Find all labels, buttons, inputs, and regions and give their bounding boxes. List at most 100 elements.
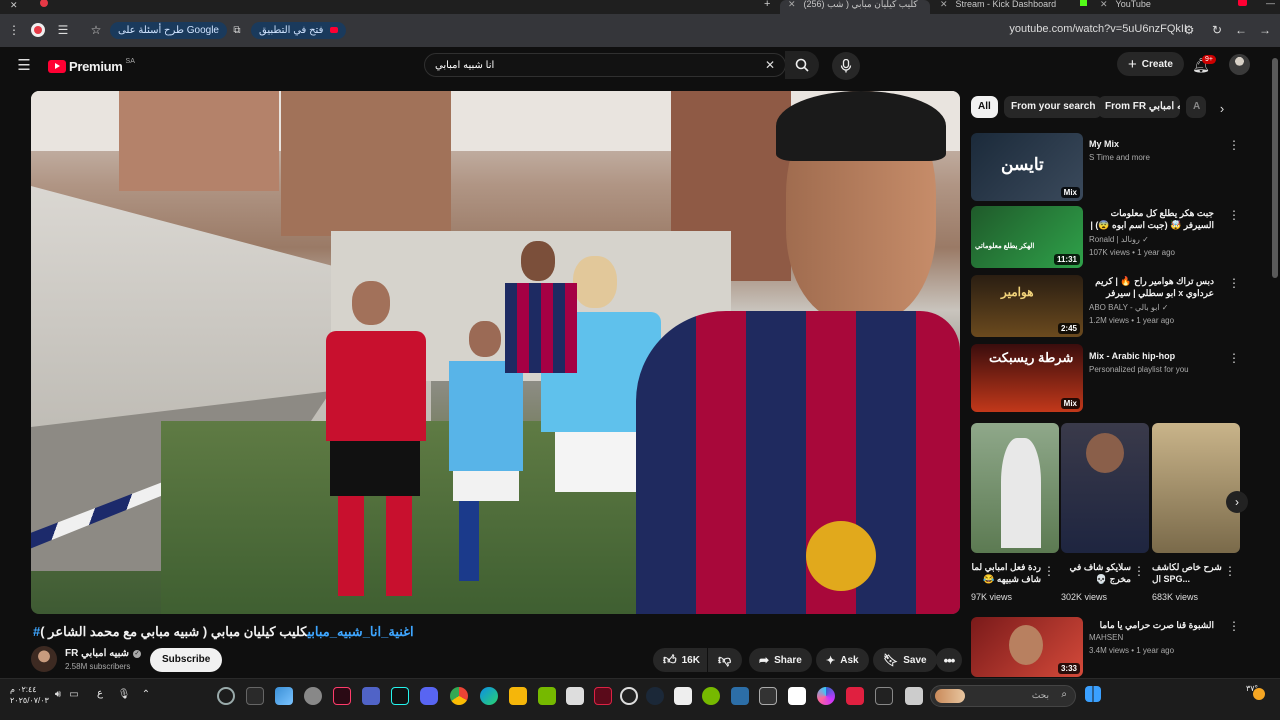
subscribe-button[interactable]: Subscribe [150,648,223,672]
forward-icon[interactable]: → [1259,23,1271,37]
more-vert-icon[interactable]: ⋮ [1043,564,1055,578]
tab-video[interactable]: ✕ (256) كليب كيليان مبابي ( شب [780,0,930,14]
new-tab-icon[interactable]: + [764,0,770,10]
short-title[interactable]: سلايكو شاف في مخرج 💀 [1061,561,1131,585]
url-field[interactable]: youtube.com/watch?v=5uU6nzFQkII [1009,23,1187,35]
more-vert-icon[interactable]: ⋮ [1133,564,1145,578]
bookmark-star-icon[interactable]: ☆ [89,23,103,37]
adobe-icon[interactable] [333,687,351,705]
site-settings-icon[interactable]: ⚙ [1183,23,1195,37]
related-title[interactable]: دبس تراك هوامير راح 🔥 | كريم عرداوي x اب… [1089,275,1214,299]
tiktok-icon[interactable] [391,687,409,705]
more-vert-icon[interactable]: ⋮ [1228,351,1240,365]
video-player[interactable] [31,91,960,614]
volume-icon[interactable]: 🔊︎ [52,687,64,701]
taskbar-search[interactable]: بحث ⌕ [930,685,1076,707]
related-title[interactable]: جبت هكر يطلع كل معلومات السيرفر 🤯 (جبت ا… [1089,207,1214,231]
channel-avatar[interactable] [31,646,57,672]
vpn-icon[interactable] [362,687,380,705]
close-window-icon[interactable]: ✕ [10,0,18,11]
like-button[interactable]: 👍︎ 16K [653,648,707,672]
taskbar-lang[interactable]: ع [97,688,103,699]
epic-games-icon[interactable] [246,687,264,705]
related-thumbnail[interactable]: هوامير 2:45 [971,275,1083,337]
create-button[interactable]: + Create [1117,52,1184,76]
ask-button[interactable]: ✦ Ask [816,648,869,672]
app-icon[interactable] [217,687,235,705]
chip-all[interactable]: All [971,96,998,118]
channel-name[interactable]: FR شبيه امبابي [65,648,129,659]
more-actions-button[interactable]: ••• [936,648,962,672]
more-vert-icon[interactable]: ⋮ [1228,138,1240,152]
related-thumbnail[interactable]: شرطة ريسبكت Mix [971,344,1083,412]
epic-icon[interactable] [875,687,893,705]
voice-search-button[interactable] [832,52,860,80]
search-input[interactable] [425,54,745,76]
shorts-next-button[interactable]: › [1226,491,1248,513]
weather-icon[interactable] [1253,688,1265,700]
more-vert-icon[interactable]: ⋮ [1224,564,1236,578]
app-icon[interactable] [509,687,527,705]
tab-youtube[interactable]: ✕ YouTube [1100,0,1240,14]
related-title[interactable]: Mix - Arabic hip-hop [1089,350,1214,362]
reading-list-icon[interactable]: ☰ [56,23,70,37]
search-button[interactable] [785,51,819,79]
dislike-button[interactable]: 👎︎ [708,648,742,672]
translate-icon[interactable]: ⧉ [230,23,244,37]
short-thumbnail[interactable] [1061,423,1149,553]
open-in-app-chip[interactable]: فتح في التطبيق [251,22,347,39]
short-title[interactable]: ردة فعل امبابي لما شاف شبيهه 😂 [971,561,1041,585]
edge-icon[interactable] [480,687,498,705]
short-title[interactable]: شرح خاص لكاشف ال SPG... [1152,561,1222,585]
window-icon[interactable] [40,0,48,7]
more-vert-icon[interactable]: ⋮ [1228,619,1240,633]
hamburger-menu-icon[interactable]: ☰ [15,57,33,74]
tab-kick[interactable]: ✕ Stream - Kick Dashboard [940,0,1090,14]
chrome-icon[interactable] [450,687,468,705]
clear-search-icon[interactable]: ✕ [763,58,777,72]
chip-from-your-search[interactable]: From your search [1004,96,1103,118]
close-tab-icon[interactable]: ✕ [940,0,948,9]
youtube-logo[interactable]: Premium SA [48,57,135,75]
photos-icon[interactable] [275,687,293,705]
display-icon[interactable]: ▭ [68,687,80,701]
app-icon[interactable] [759,687,777,705]
related-thumbnail[interactable]: 3:33 [971,617,1083,677]
steam-icon[interactable] [646,687,664,705]
save-button[interactable]: 🔖︎ Save [873,648,937,672]
task-view-icon[interactable] [905,687,923,705]
close-tab-icon[interactable]: ✕ [788,0,796,9]
share-button[interactable]: ➦ Share [749,648,812,672]
chip-from-channel[interactable]: From FR شبيه امبابي [1098,96,1180,118]
related-thumbnail[interactable]: الهكر يطلع معلوماتي 11:31 [971,206,1083,268]
close-tab-icon[interactable]: ✕ [1100,0,1108,9]
file-icon[interactable] [674,687,692,705]
minimize-icon[interactable]: — [1266,0,1275,8]
google-ask-chip[interactable]: طرح أسئلة على Google [110,22,227,39]
profile-icon[interactable] [31,23,45,37]
app-icon[interactable] [566,687,584,705]
chevron-right-icon[interactable]: › [1214,100,1230,116]
chip-more[interactable]: A [1186,96,1206,118]
settings-app-icon[interactable] [304,687,322,705]
avatar[interactable] [1229,54,1250,75]
more-vert-icon[interactable]: ⋮ [1228,276,1240,290]
menu-dots-icon[interactable]: ⋮ [8,23,20,37]
app-icon[interactable] [846,687,864,705]
more-vert-icon[interactable]: ⋮ [1228,208,1240,222]
windows-start-icon[interactable] [1085,686,1101,702]
related-thumbnail[interactable]: تايسن Mix [971,133,1083,201]
app-icon[interactable] [594,687,612,705]
mic-tray-icon[interactable]: 🎙︎ [118,687,131,701]
related-title[interactable]: My Mix [1089,138,1214,150]
nvidia-icon[interactable] [538,687,556,705]
app-icon[interactable] [731,687,749,705]
page-scrollbar[interactable] [1272,58,1278,278]
store-icon[interactable] [788,687,806,705]
discord-icon[interactable] [420,687,438,705]
short-thumbnail[interactable] [971,423,1059,553]
reload-icon[interactable]: ↻ [1211,23,1223,37]
related-title[interactable]: الشبوة قنا صرت حرامي يا ماما [1089,619,1214,631]
back-icon[interactable]: ← [1235,23,1247,37]
copilot-icon[interactable] [817,687,835,705]
